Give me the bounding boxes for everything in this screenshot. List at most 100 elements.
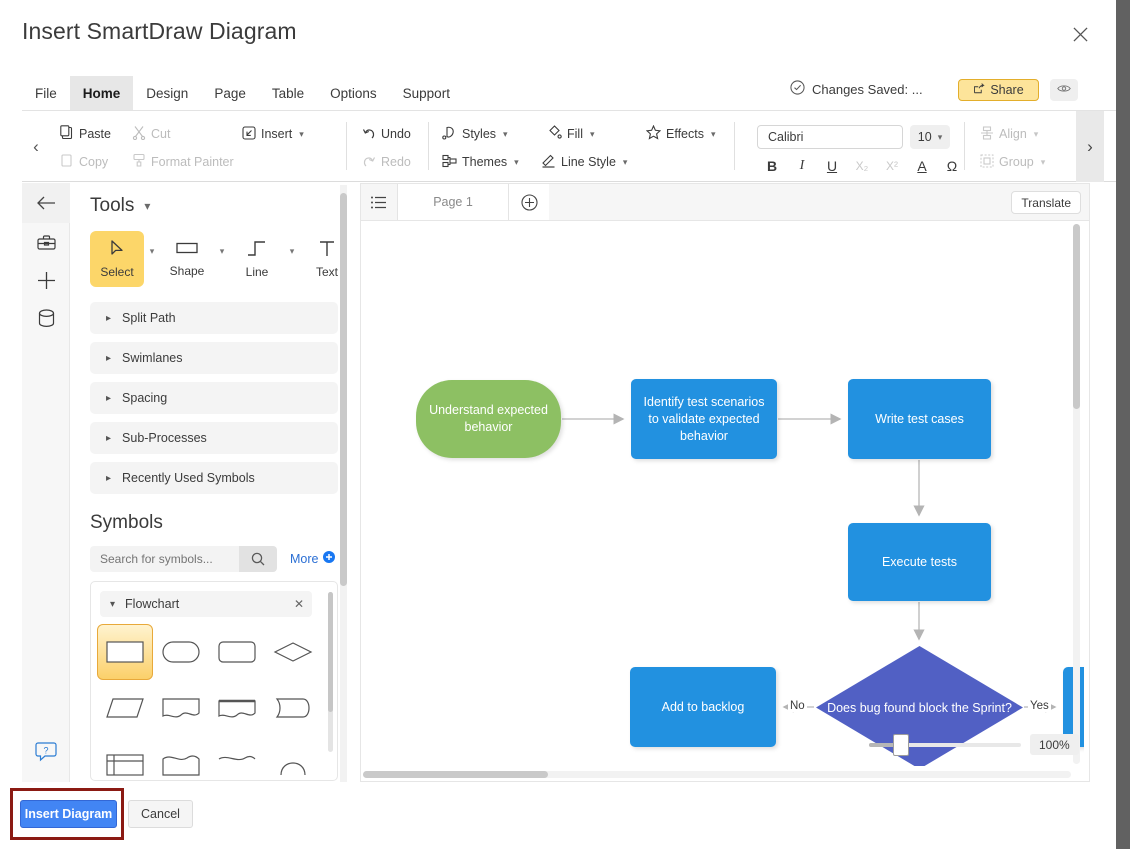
cancel-button[interactable]: Cancel [128, 800, 193, 828]
add-page-button[interactable] [509, 184, 549, 220]
accordion-sub-processes[interactable]: ▸ Sub-Processes [90, 422, 338, 454]
share-button[interactable]: Share [958, 79, 1039, 101]
tab-table[interactable]: Table [259, 76, 317, 110]
tools-header[interactable]: Tools ▾ [90, 195, 150, 217]
shape-diamond[interactable] [265, 624, 321, 680]
accordion-spacing[interactable]: ▸ Spacing [90, 382, 338, 414]
shape-parallelogram[interactable] [97, 680, 153, 736]
select-tool-chevron-down-icon[interactable]: ▾ [144, 231, 160, 287]
palette-scrollbar[interactable] [328, 592, 333, 752]
ribbon-scroll-left-button[interactable]: ‹ [22, 111, 50, 182]
list-icon[interactable] [361, 184, 397, 220]
tab-page[interactable]: Page [201, 76, 259, 110]
shape-rounded-rect[interactable] [209, 624, 265, 680]
format-painter-button[interactable]: Format Painter [132, 151, 234, 173]
superscript-button[interactable]: X² [877, 155, 907, 177]
italic-button[interactable]: I [787, 155, 817, 177]
plus-icon[interactable] [22, 261, 70, 299]
paste-label: Paste [79, 127, 111, 141]
node-identify-test-scenarios[interactable]: Identify test scenarios to validate expe… [631, 379, 777, 459]
back-arrow-icon[interactable] [22, 183, 70, 223]
insert-button[interactable]: Insert ▾ [242, 123, 304, 145]
search-icon[interactable] [239, 546, 277, 572]
line-style-button[interactable]: Line Style▾ [541, 151, 627, 173]
paste-button[interactable]: Paste [60, 123, 111, 145]
node-understand-expected-behavior[interactable]: Understand expected behavior [416, 380, 561, 458]
font-family-input[interactable]: Calibri [757, 125, 903, 149]
font-color-button[interactable]: A [907, 155, 937, 177]
translate-button[interactable]: Translate [1011, 191, 1081, 214]
shape-multi-document[interactable] [209, 680, 265, 736]
effects-button[interactable]: Effects▾ [646, 123, 716, 145]
search-input[interactable] [90, 546, 239, 572]
tab-options[interactable]: Options [317, 76, 390, 110]
database-icon[interactable] [22, 299, 70, 337]
close-icon[interactable]: ✕ [294, 597, 304, 611]
node-execute-tests[interactable]: Execute tests [848, 523, 991, 601]
more-symbols-link[interactable]: More [290, 551, 335, 566]
underline-button[interactable]: U [817, 155, 847, 177]
redo-button[interactable]: Redo [362, 151, 411, 173]
themes-button[interactable]: Themes▾ [442, 151, 519, 173]
effects-label: Effects [666, 127, 704, 141]
close-icon[interactable] [1064, 18, 1096, 50]
undo-button[interactable]: Undo [362, 123, 411, 145]
line-tool-button[interactable]: Line [230, 231, 284, 287]
help-icon[interactable]: ? [22, 738, 70, 764]
group-button[interactable]: Group▾ [980, 151, 1045, 173]
tab-support[interactable]: Support [390, 76, 463, 110]
canvas-horizontal-scrollbar[interactable] [363, 771, 1071, 778]
text-tool-label: Text [316, 265, 338, 279]
node-write-test-cases[interactable]: Write test cases [848, 379, 991, 459]
insert-diagram-button[interactable]: Insert Diagram [20, 800, 117, 828]
line-tool-chevron-down-icon[interactable]: ▾ [284, 231, 300, 287]
text-icon [318, 240, 336, 260]
accordion-recently-used-symbols[interactable]: ▸ Recently Used Symbols [90, 462, 338, 494]
ribbon-scroll-right-button[interactable]: › [1076, 111, 1104, 182]
font-size-select[interactable]: 10 ▾ [910, 125, 950, 149]
align-button[interactable]: Align▾ [980, 123, 1038, 145]
redo-icon [362, 154, 376, 171]
shape-tool-chevron-down-icon[interactable]: ▾ [214, 231, 230, 287]
accordion-split-path[interactable]: ▸ Split Path [90, 302, 338, 334]
diagram-canvas-area: Page 1 Translate [360, 183, 1090, 782]
toolbox-icon[interactable] [22, 223, 70, 261]
tab-design[interactable]: Design [133, 76, 201, 110]
select-tool-button[interactable]: Select [90, 231, 144, 287]
shape-arc[interactable] [265, 736, 321, 781]
node-add-to-backlog[interactable]: Add to backlog [630, 667, 776, 747]
copy-button[interactable]: Copy [60, 151, 108, 173]
zoom-slider-handle[interactable] [893, 734, 909, 756]
shape-delay[interactable] [265, 680, 321, 736]
diagram-canvas[interactable]: Understand expected behavior Identify te… [361, 221, 1084, 766]
shape-wave-bottom[interactable] [209, 736, 265, 781]
tab-file[interactable]: File [22, 76, 70, 110]
page-tab-1[interactable]: Page 1 [398, 184, 508, 220]
canvas-vertical-scrollbar[interactable] [1073, 224, 1080, 764]
shape-tool-button[interactable]: Shape [160, 231, 214, 287]
tools-panel-scrollbar[interactable] [340, 185, 347, 782]
accordion-swimlanes[interactable]: ▸ Swimlanes [90, 342, 338, 374]
undo-label: Undo [381, 127, 411, 141]
cut-button[interactable]: Cut [132, 123, 170, 145]
chevron-down-icon: ▾ [623, 157, 628, 168]
symbol-button[interactable]: Ω [937, 155, 967, 177]
shape-process-rect[interactable] [97, 624, 153, 680]
shape-stadium[interactable] [153, 624, 209, 680]
zoom-slider-track[interactable] [869, 743, 1021, 747]
palette-group-label: Flowchart [125, 597, 179, 611]
shape-wave-top[interactable] [153, 736, 209, 781]
shape-internal-storage[interactable] [97, 736, 153, 781]
node-label: Does bug found block the Sprint? [827, 699, 1012, 717]
shape-document[interactable] [153, 680, 209, 736]
tab-home[interactable]: Home [70, 76, 134, 110]
styles-button[interactable]: Styles▾ [442, 123, 508, 145]
bold-button[interactable]: B [757, 155, 787, 177]
chevron-down-icon: ▾ [1041, 157, 1046, 168]
palette-group-header[interactable]: ▾ Flowchart ✕ [100, 591, 312, 617]
dialog-titlebar: Insert SmartDraw Diagram [0, 0, 1130, 66]
fill-button[interactable]: Fill▾ [547, 123, 595, 145]
preview-button[interactable] [1050, 79, 1078, 101]
subscript-button[interactable]: X₂ [847, 155, 877, 177]
chevron-right-icon: ▸ [106, 313, 111, 324]
